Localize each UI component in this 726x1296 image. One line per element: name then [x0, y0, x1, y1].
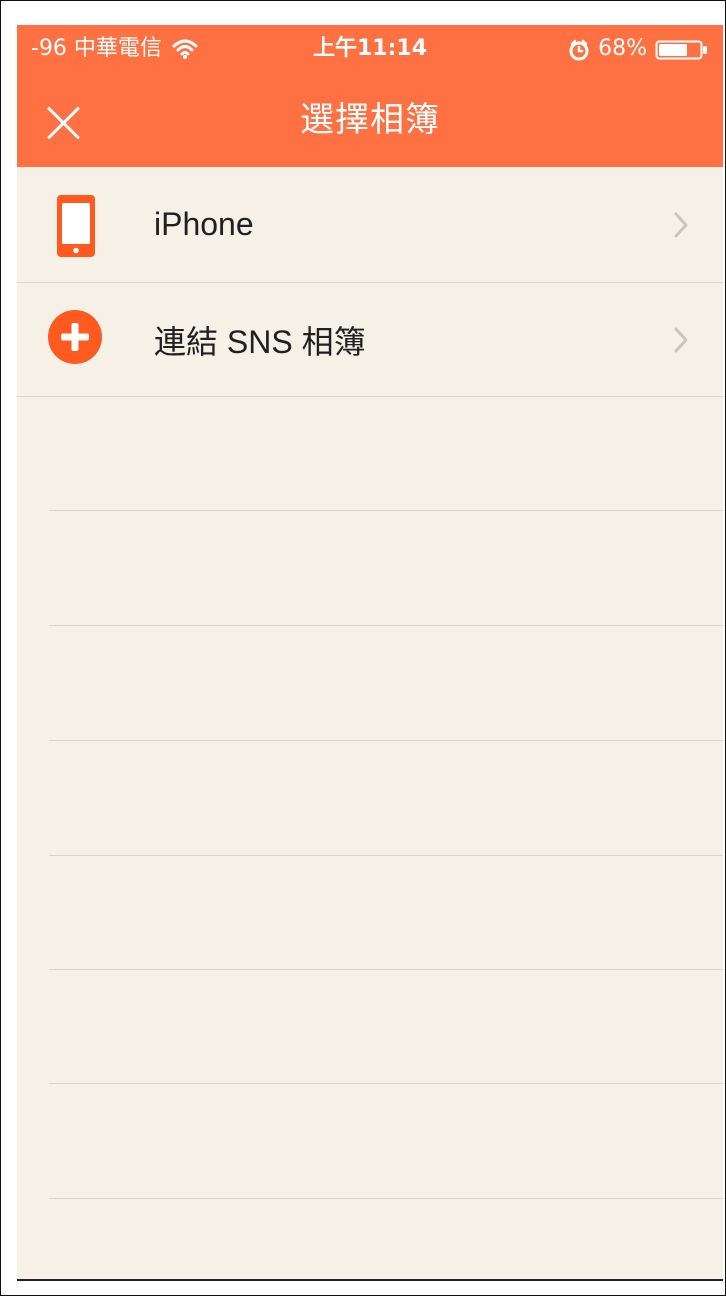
header: -96 中華電信 上午11:14 68% 選擇相簿: [17, 25, 723, 167]
empty-list-row: [49, 1084, 723, 1199]
empty-list-row: [49, 856, 723, 970]
battery-percent: 68%: [598, 36, 647, 61]
status-right: 68%: [568, 25, 709, 73]
album-row-iphone[interactable]: iPhone: [17, 167, 723, 283]
album-list: iPhone 連結 SNS 相簿: [17, 167, 723, 1279]
empty-list-row: [49, 741, 723, 856]
alarm-icon: [568, 39, 590, 61]
screenshot-frame: -96 中華電信 上午11:14 68% 選擇相簿 iPhone 連結 SNS …: [0, 0, 726, 1296]
navigation-bar: 選擇相簿: [17, 73, 723, 167]
empty-list-row: [49, 626, 723, 741]
status-bar: -96 中華電信 上午11:14 68%: [17, 25, 723, 73]
chevron-right-icon: [671, 167, 691, 282]
empty-list-row: [49, 511, 723, 626]
page-title: 選擇相簿: [300, 100, 440, 140]
album-label-iphone: iPhone: [154, 206, 254, 242]
empty-list-row: [49, 970, 723, 1084]
phone-screen: -96 中華電信 上午11:14 68% 選擇相簿 iPhone 連結 SNS …: [17, 25, 723, 1281]
add-circle-icon: [47, 309, 103, 365]
empty-list-row: [49, 397, 723, 511]
phone-icon: [55, 193, 97, 259]
chevron-right-icon: [671, 283, 691, 396]
album-row-connect-sns[interactable]: 連結 SNS 相簿: [17, 283, 723, 397]
battery-icon: [655, 38, 709, 62]
album-label-connect-sns: 連結 SNS 相簿: [154, 323, 366, 360]
